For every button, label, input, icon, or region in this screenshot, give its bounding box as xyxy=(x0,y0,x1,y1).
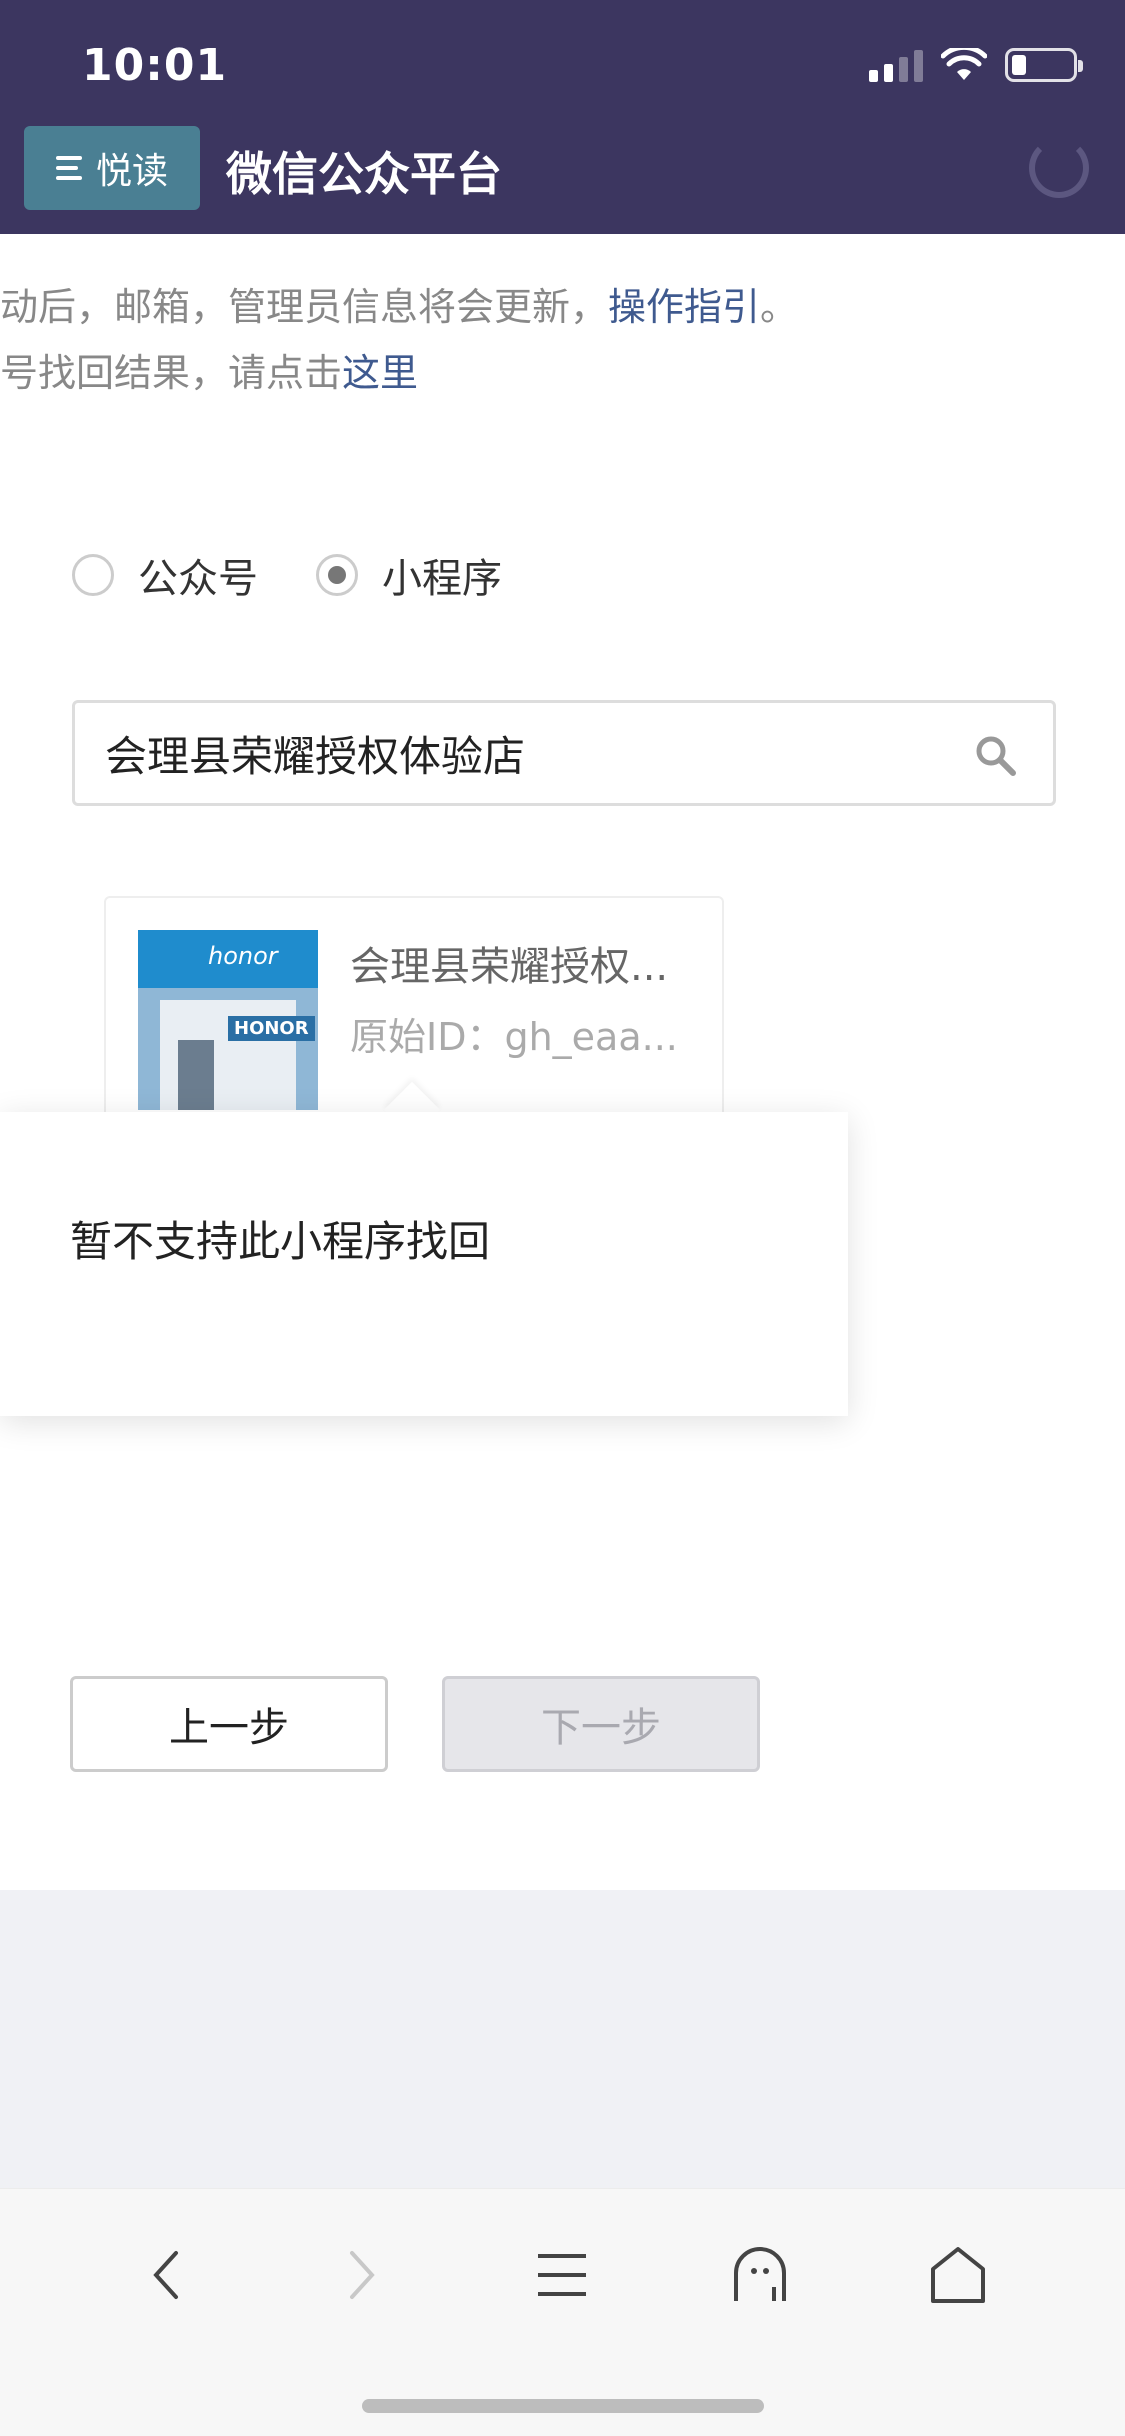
result-id: 原始ID：gh_eaa... xyxy=(350,1006,678,1061)
prev-step-button[interactable]: 上一步 xyxy=(70,1676,388,1772)
radio-label-official-account[interactable]: 公众号 xyxy=(138,546,258,604)
main-content: 动后，邮箱，管理员信息将会更新，操作指引。 号找回结果，请点击这里 公众号 小程… xyxy=(0,234,1125,1890)
menu-icon xyxy=(55,156,82,180)
back-icon[interactable] xyxy=(126,2235,206,2315)
reader-button-label: 悦读 xyxy=(95,151,168,192)
store-sign: HONOR xyxy=(228,1016,315,1041)
status-icons xyxy=(869,48,1083,82)
operation-guide-link[interactable]: 操作指引 xyxy=(608,285,760,329)
ghost-icon[interactable] xyxy=(720,2235,800,2315)
browser-toolbar xyxy=(0,2188,1125,2436)
tooltip-message: 暂不支持此小程序找回 xyxy=(70,1217,491,1266)
notice-punct: 。 xyxy=(760,285,799,329)
tooltip-body: 暂不支持此小程序找回 xyxy=(0,1112,848,1416)
click-here-link[interactable]: 这里 xyxy=(342,351,418,395)
home-indicator[interactable] xyxy=(362,2399,764,2413)
home-icon[interactable] xyxy=(918,2235,998,2315)
result-id-value: gh_eaa... xyxy=(504,1015,678,1059)
battery-icon xyxy=(1005,48,1083,82)
radio-official-account[interactable] xyxy=(72,554,114,596)
radio-label-mini-program[interactable]: 小程序 xyxy=(382,546,502,604)
next-step-button[interactable]: 下一步 xyxy=(442,1676,760,1772)
search-input-value: 会理县荣耀授权体验店 xyxy=(105,731,526,781)
top-header: 10:01 悦读 微信公众平台 xyxy=(0,0,1125,234)
notice-text-1: 动后，邮箱，管理员信息将会更新， xyxy=(0,285,609,329)
page-title: 微信公众平台 xyxy=(226,147,502,201)
notice-line-1: 动后，邮箱，管理员信息将会更新，操作指引。 xyxy=(0,276,798,331)
cellular-signal-icon xyxy=(869,48,923,82)
notice-line-2: 号找回结果，请点击这里 xyxy=(0,342,418,397)
radio-mini-program[interactable] xyxy=(316,554,358,596)
result-id-label: 原始ID： xyxy=(350,1015,505,1059)
forward-icon[interactable] xyxy=(322,2235,402,2315)
search-input[interactable]: 会理县荣耀授权体验店 xyxy=(72,700,1056,806)
status-time: 10:01 xyxy=(82,40,228,91)
notice-text-2: 号找回结果，请点击 xyxy=(0,351,343,395)
store-thumbnail: honor HONOR xyxy=(138,930,318,1110)
search-icon[interactable] xyxy=(973,733,1017,777)
honor-logo: honor xyxy=(208,942,278,970)
account-type-radio-group: 公众号 小程序 xyxy=(72,546,560,604)
refresh-icon[interactable] xyxy=(1029,138,1089,198)
menu-list-icon[interactable] xyxy=(522,2235,602,2315)
wifi-icon xyxy=(941,48,987,80)
nav-row: 悦读 微信公众平台 xyxy=(0,124,1125,214)
unsupported-tooltip: 暂不支持此小程序找回 xyxy=(0,1081,848,1416)
result-name: 会理县荣耀授权... xyxy=(350,944,669,990)
reader-mode-button[interactable]: 悦读 xyxy=(24,126,200,210)
